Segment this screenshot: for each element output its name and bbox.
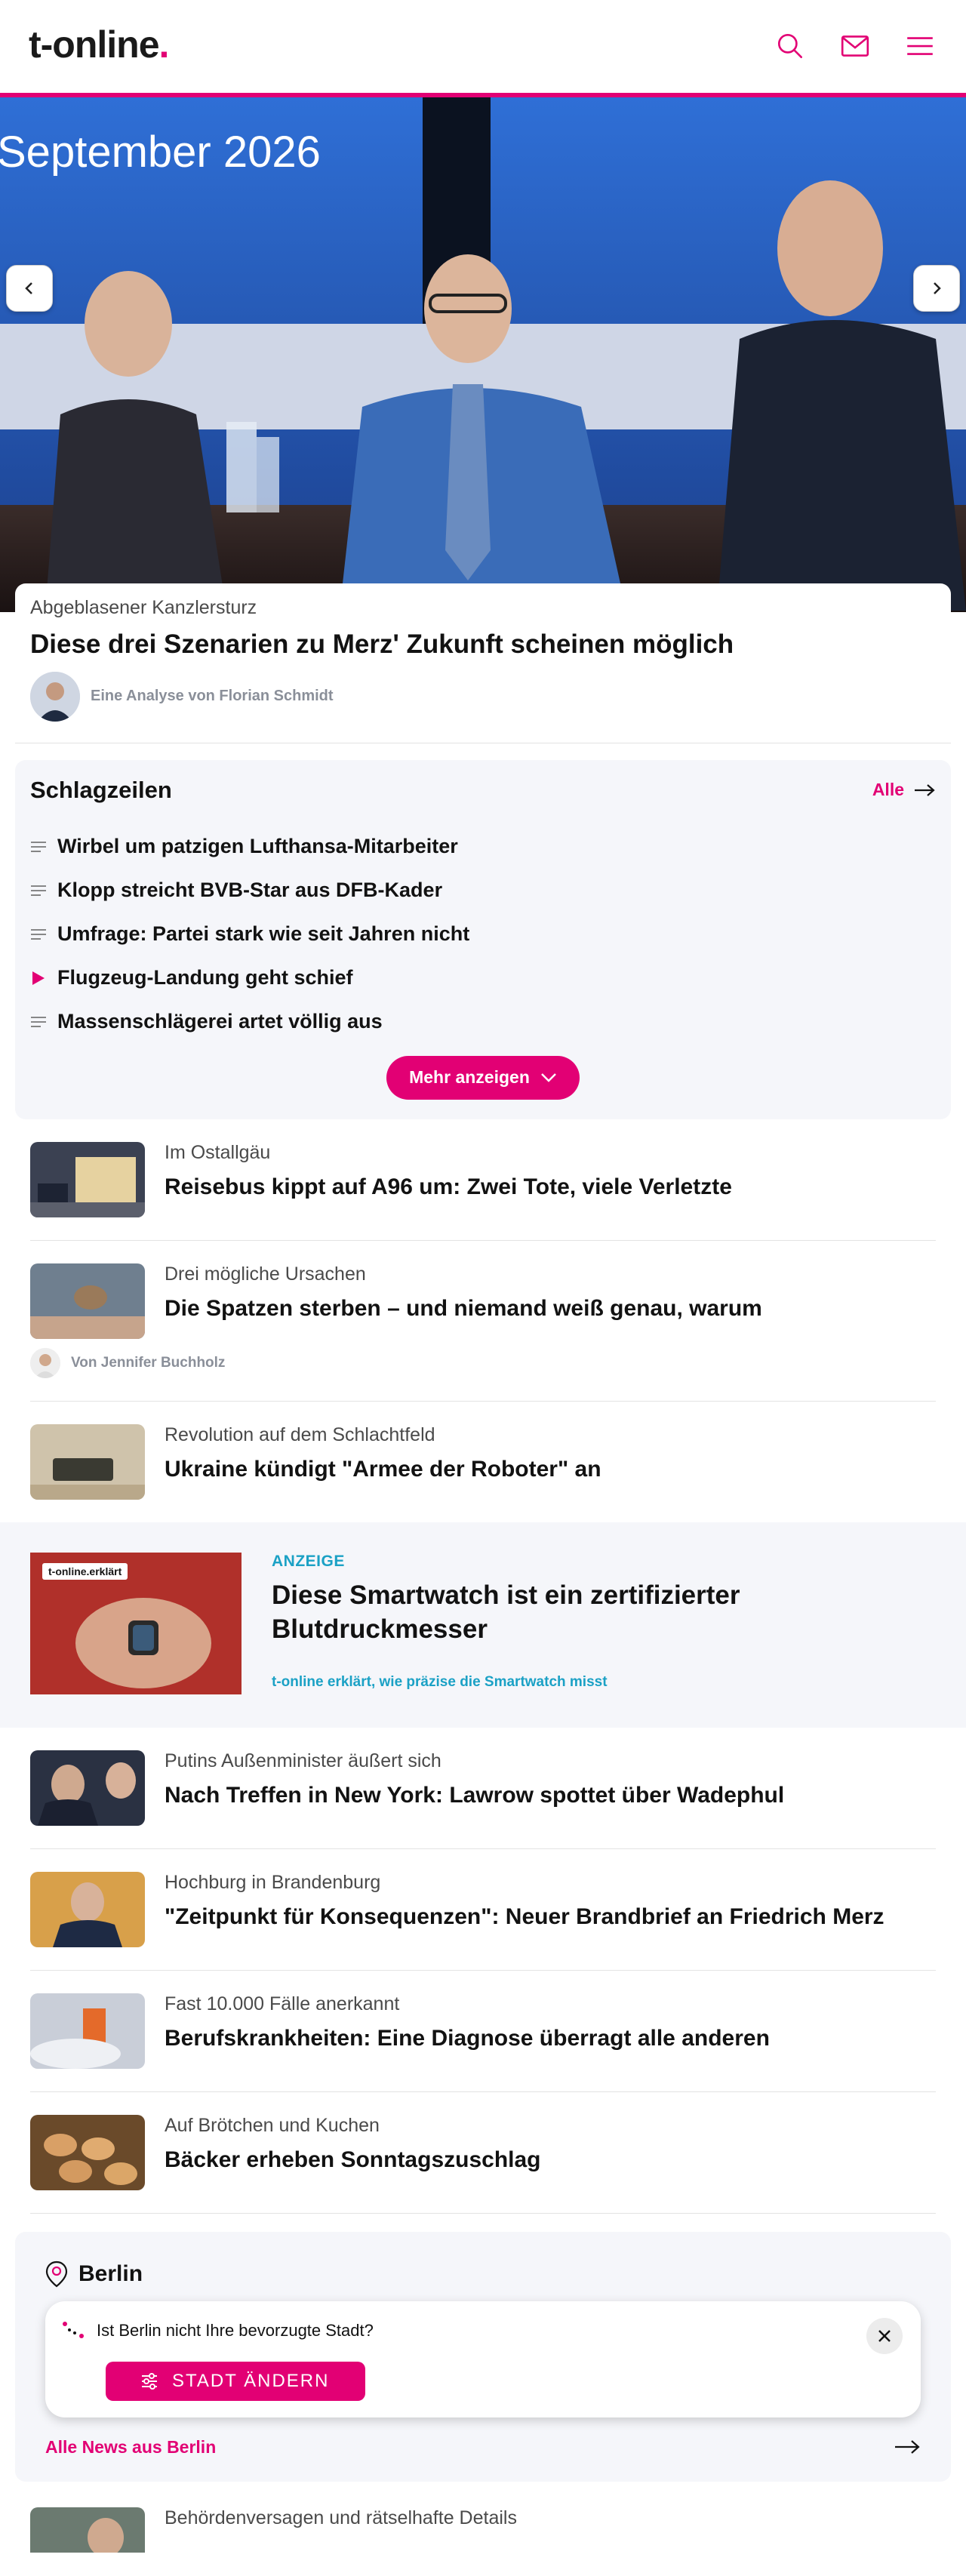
- headlines-box: Schlagzeilen Alle Wirbel um patzigen Luf…: [15, 759, 951, 1119]
- close-popup-button[interactable]: [866, 2317, 903, 2354]
- arrow-right-icon: [915, 783, 935, 796]
- chevron-left-icon: [25, 282, 32, 294]
- arrow-right-icon: [895, 2440, 920, 2454]
- city-change-popup: Ist Berlin nicht Ihre bevorzugte Stadt? …: [45, 2301, 921, 2418]
- headline-label[interactable]: Klopp streicht BVB-Star aus DFB-Kader: [57, 879, 442, 902]
- news-kicker: Revolution auf dem Schlachtfeld: [165, 1423, 435, 1445]
- ad-subtitle[interactable]: t-online erklärt, wie präzise die Smartw…: [272, 1674, 936, 1691]
- news-thumbnail: [30, 1141, 145, 1217]
- lead-byline: Eine Analyse von Florian Schmidt: [30, 671, 936, 722]
- headline-item[interactable]: Wirbel um patzigen Lufthansa-Mitarbeiter: [30, 825, 936, 869]
- lead-kicker: Abgeblasener Kanzlersturz: [30, 597, 257, 618]
- news-thumbnail: [30, 2507, 145, 2553]
- chevron-right-icon: [934, 282, 941, 294]
- news-title[interactable]: Bäcker erheben Sonntagszuschlag: [165, 2146, 541, 2174]
- close-icon: [878, 2329, 891, 2342]
- hero-banner-text: September 2026: [0, 128, 321, 177]
- headline-item[interactable]: Massenschlägerei artet völlig aus: [30, 1000, 936, 1044]
- hero-photo: September 2026: [0, 97, 966, 612]
- headline-item[interactable]: Klopp streicht BVB-Star aus DFB-Kader: [30, 869, 936, 913]
- news-byline: Von Jennifer Buchholz: [30, 1347, 936, 1378]
- headline-item[interactable]: Umfrage: Partei stark wie seit Jahren ni…: [30, 913, 936, 956]
- search-icon[interactable]: [773, 29, 808, 63]
- hero-carousel[interactable]: September 2026: [0, 97, 966, 612]
- lead-byline-text: Eine Analyse von Florian Schmidt: [91, 688, 334, 705]
- news-title[interactable]: "Zeitpunkt für Konsequenzen": Neuer Bran…: [165, 1903, 884, 1931]
- news-item[interactable]: Im Ostallgäu Reisebus kippt auf A96 um: …: [30, 1119, 936, 1241]
- show-more-button[interactable]: Mehr anzeigen: [386, 1055, 580, 1100]
- news-kicker: Fast 10.000 Fälle anerkannt: [165, 1993, 400, 2014]
- headline-label[interactable]: Wirbel um patzigen Lufthansa-Mitarbeiter: [57, 835, 458, 858]
- author-avatar: [30, 671, 80, 722]
- headlines-all-link[interactable]: Alle: [872, 780, 936, 800]
- ad-label: ANZEIGE: [272, 1552, 345, 1570]
- carousel-next-button[interactable]: [913, 265, 960, 312]
- ad-brand-tag: t-online.erklärt: [42, 1562, 128, 1580]
- news-title[interactable]: Nach Treffen in New York: Lawrow spottet…: [165, 1781, 784, 1810]
- sponsored-teaser[interactable]: t-online.erklärt ANZEIGE Diese Smartwatc…: [0, 1522, 966, 1728]
- location-pin-icon: [45, 2261, 68, 2288]
- news-list-bottom: Putins Außenminister äußert sich Nach Tr…: [30, 1728, 936, 2214]
- city-news-box: Berlin Ist Berlin nicht Ihre bevorzugte …: [15, 2231, 951, 2482]
- news-item[interactable]: Revolution auf dem Schlachtfeld Ukraine …: [30, 1402, 936, 1522]
- ad-image: t-online.erklärt: [30, 1552, 242, 1694]
- news-thumbnail: [30, 1423, 145, 1500]
- news-kicker: Auf Brötchen und Kuchen: [165, 2114, 380, 2136]
- news-item[interactable]: Auf Brötchen und Kuchen Bäcker erheben S…: [30, 2092, 936, 2214]
- menu-icon[interactable]: [903, 29, 937, 63]
- headlines-list: Wirbel um patzigen Lufthansa-Mitarbeiter…: [30, 825, 936, 1044]
- text-lines-icon: [31, 841, 46, 852]
- change-city-button[interactable]: STADT ÄNDERN: [106, 2361, 366, 2401]
- news-title[interactable]: Berufskrankheiten: Eine Diagnose überrag…: [165, 2024, 770, 2053]
- text-lines-icon: [31, 1016, 46, 1027]
- news-thumbnail: [30, 1263, 145, 1339]
- news-title[interactable]: Ukraine kündigt "Armee der Roboter" an: [165, 1455, 601, 1484]
- headline-item[interactable]: Flugzeug-Landung geht schief: [30, 956, 936, 1000]
- play-icon: [32, 971, 45, 985]
- news-thumbnail: [30, 1871, 145, 1947]
- lead-article[interactable]: Abgeblasener Kanzlersturz Diese drei Sze…: [15, 583, 951, 743]
- text-lines-icon: [31, 928, 46, 940]
- news-item[interactable]: Behördenversagen und rätselhafte Details: [30, 2507, 936, 2553]
- news-thumbnail: [30, 1993, 145, 2069]
- news-thumbnail: [30, 2114, 145, 2190]
- chevron-down-icon: [540, 1073, 556, 1082]
- sliders-icon: [142, 2372, 157, 2390]
- city-name: Berlin: [78, 2261, 143, 2286]
- news-kicker: Im Ostallgäu: [165, 1141, 271, 1163]
- news-title[interactable]: Die Spatzen sterben – und niemand weiß g…: [165, 1294, 762, 1323]
- news-title[interactable]: Reisebus kippt auf A96 um: Zwei Tote, vi…: [165, 1173, 732, 1202]
- news-kicker: Putins Außenminister äußert sich: [165, 1750, 441, 1771]
- news-thumbnail: [30, 1750, 145, 1826]
- headline-label[interactable]: Umfrage: Partei stark wie seit Jahren ni…: [57, 922, 469, 946]
- route-dots-icon: [63, 2321, 84, 2338]
- ad-title[interactable]: Diese Smartwatch ist ein zertifizierter …: [272, 1578, 936, 1647]
- site-header: t-online.: [0, 0, 966, 97]
- news-kicker: Behördenversagen und rätselhafte Details: [165, 2507, 517, 2528]
- headline-label[interactable]: Massenschlägerei artet völlig aus: [57, 1010, 383, 1033]
- city-question: Ist Berlin nicht Ihre bevorzugte Stadt?: [97, 2320, 374, 2340]
- headline-label[interactable]: Flugzeug-Landung geht schief: [57, 966, 352, 989]
- author-avatar: [30, 1347, 60, 1378]
- lead-title[interactable]: Diese drei Szenarien zu Merz' Zukunft sc…: [30, 628, 936, 661]
- news-item[interactable]: Drei mögliche Ursachen Die Spatzen sterb…: [30, 1241, 936, 1402]
- news-item[interactable]: Putins Außenminister äußert sich Nach Tr…: [30, 1728, 936, 1849]
- headlines-title: Schlagzeilen: [30, 776, 172, 803]
- t-online-logo[interactable]: t-online.: [29, 23, 169, 66]
- news-item[interactable]: Hochburg in Brandenburg "Zeitpunkt für K…: [30, 1849, 936, 1971]
- mail-icon[interactable]: [838, 29, 872, 63]
- news-item[interactable]: Fast 10.000 Fälle anerkannt Berufskrankh…: [30, 1971, 936, 2092]
- city-all-news-link[interactable]: Alle News aus Berlin: [45, 2437, 921, 2458]
- news-kicker: Hochburg in Brandenburg: [165, 1871, 381, 1893]
- news-list-top: Im Ostallgäu Reisebus kippt auf A96 um: …: [30, 1119, 936, 1522]
- news-kicker: Drei mögliche Ursachen: [165, 1263, 366, 1285]
- text-lines-icon: [31, 885, 46, 896]
- carousel-prev-button[interactable]: [6, 265, 53, 312]
